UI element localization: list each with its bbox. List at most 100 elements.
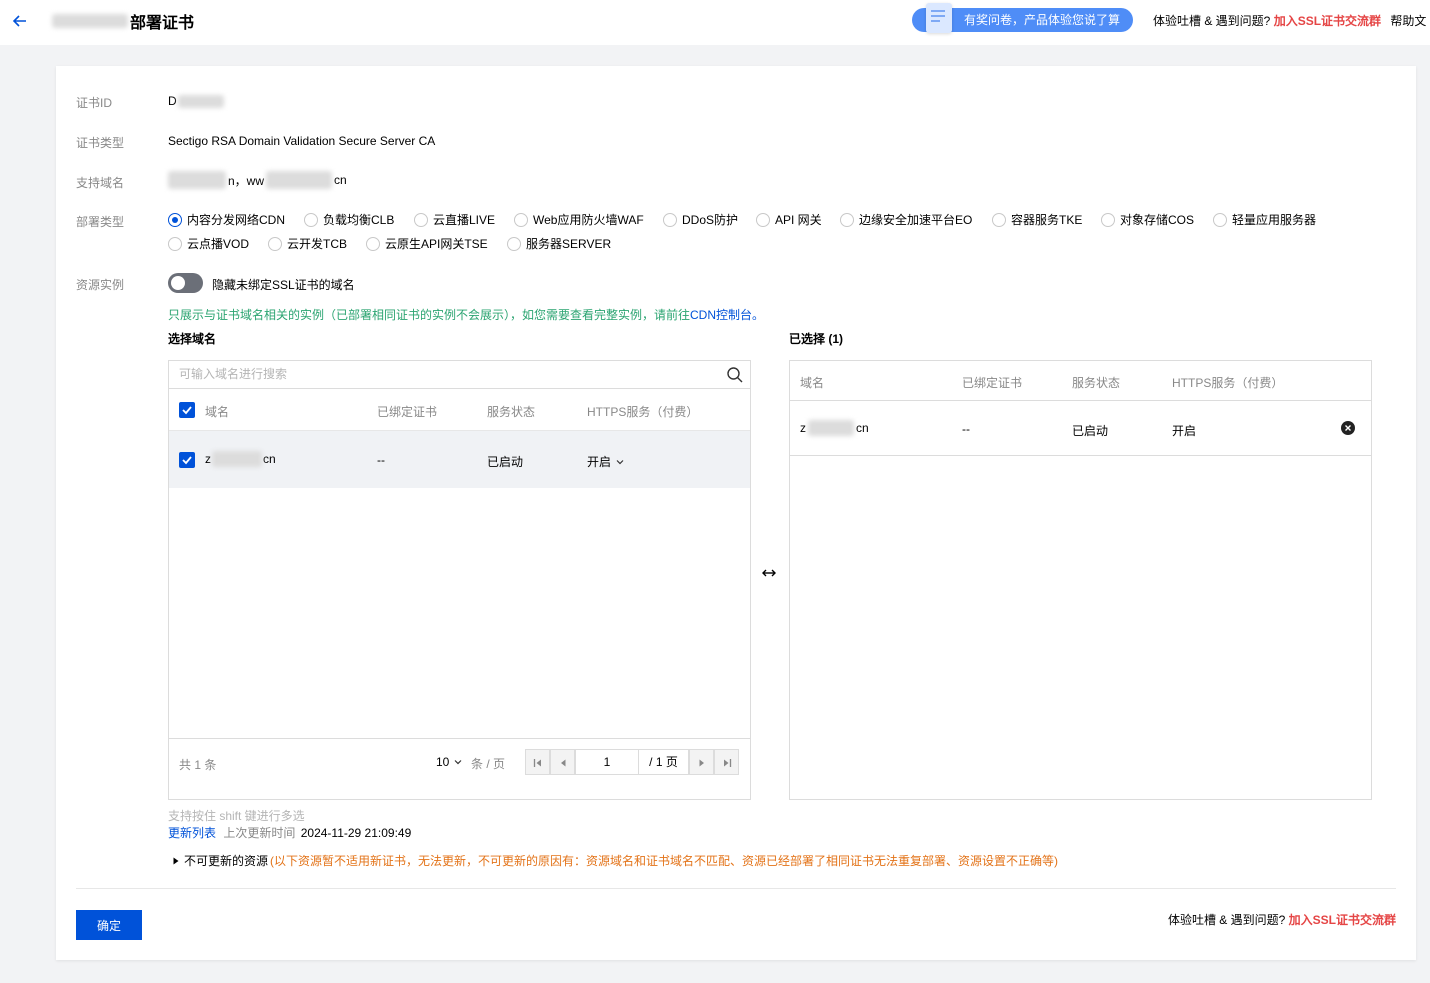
caret-right-icon [173,857,179,864]
cert-id-text: D [168,94,177,108]
radio-dot-icon [663,212,677,227]
radio-server[interactable]: 服务器SERVER [507,235,611,252]
radio-label: 云点播VOD [187,237,250,251]
row-https-value: 开启 [587,455,612,469]
radio-label: 对象存储COS [1120,213,1195,227]
survey-document-icon [926,3,952,33]
cert-type-label: 证书类型 [76,136,125,150]
left-panel-title: 选择域名 [168,332,217,346]
redacted-cert-id [177,94,224,108]
footer-join-group-link[interactable]: 加入SSL证书交流群 [1289,913,1396,927]
radio-eo[interactable]: 边缘安全加速平台EO [840,211,972,228]
radio-cos[interactable]: 对象存储COS [1101,211,1194,228]
per-page-label: 条 / 页 [471,757,506,771]
hide-unbound-switch[interactable] [168,273,203,293]
survey-text: 有奖问卷，产品体验您说了算 [964,13,1121,27]
radio-clb[interactable]: 负载均衡CLB [304,211,394,228]
footer-feedback-text: 体验吐槽 & 遇到问题? [1167,913,1286,927]
radio-tke[interactable]: 容器服务TKE [992,211,1082,228]
radio-label: DDoS防护 [682,213,739,227]
col-bound-cert: 已绑定证书 [377,405,438,419]
non-update-reason: (以下资源暂不适用新证书，无法更新，不可更新的原因有：资源域名和证书域名不匹配、… [270,854,1059,868]
table-row[interactable]: z cn -- 已启动 开启 [169,430,750,488]
prev-page-button[interactable] [550,749,575,775]
radio-label: API 网关 [775,213,822,227]
radio-dot-icon [168,212,182,227]
non-update-resources-toggle[interactable]: 不可更新的资源 (以下资源暂不适用新证书，无法更新，不可更新的原因有：资源域名和… [172,852,1058,869]
confirm-button[interactable]: 确定 [76,910,142,940]
next-page-button[interactable] [689,749,714,775]
radio-label: 容器服务TKE [1011,213,1083,227]
cert-id-label: 证书ID [76,96,113,110]
right-selected-panel: 域名 已绑定证书 服务状态 HTTPS服务（付费） z cn -- 已启动 开启 [789,360,1372,800]
help-doc-link[interactable]: 帮助文 [1390,14,1426,28]
row-https-dropdown[interactable]: 开启 [587,453,626,470]
radio-vod[interactable]: 云点播VOD [168,235,249,252]
radio-waf[interactable]: Web应用防火墙WAF [514,211,644,228]
col-https-service: HTTPS服务（付费） [1172,376,1284,390]
row-domain-prefix: z [800,421,806,435]
page-title: 部署证书 [130,15,195,32]
domain-search-input[interactable] [169,361,709,387]
prev-page-icon [561,759,566,767]
refresh-list-link[interactable]: 更新列表 [168,826,216,840]
radio-dot-icon [756,212,770,227]
deploy-type-label: 部署类型 [76,215,125,229]
title-area: 部署证书 [52,10,194,32]
last-page-button[interactable] [714,749,739,775]
row-https-value: 开启 [1172,424,1197,438]
domains-text-1: n，ww [228,173,265,188]
row-domain: z cn [800,420,869,436]
col-domain: 域名 [800,376,825,390]
header-join-group-link[interactable]: 加入SSL证书交流群 [1274,14,1381,28]
domains-value: n，ww cn [168,171,347,189]
radio-label: 服务器SERVER [526,237,612,251]
left-table-header: 域名 已绑定证书 服务状态 HTTPS服务（付费） [169,390,750,430]
refresh-row: 更新列表 上次更新时间 2024-11-29 21:09:49 [168,824,411,841]
row-checkbox[interactable] [179,452,195,468]
radio-dot-icon [168,236,182,251]
radio-label: 边缘安全加速平台EO [859,213,973,227]
page-total: / 1 页 [639,749,689,775]
row-domain: z cn [205,451,276,467]
radio-lighthouse[interactable]: 轻量应用服务器 [1213,211,1316,228]
radio-label: 云开发TCB [287,237,348,251]
col-bound-cert: 已绑定证书 [962,376,1023,390]
switch-knob [171,276,185,290]
footer-feedback: 体验吐槽 & 遇到问题? 加入SSL证书交流群 [1168,911,1396,928]
radio-ddos[interactable]: DDoS防护 [663,211,738,228]
radio-tse[interactable]: 云原生API网关TSE [366,235,488,252]
survey-banner[interactable]: 有奖问卷，产品体验您说了算 [912,3,1133,33]
row-domain-prefix: z [205,452,211,466]
page-size-select[interactable]: 10 [436,755,464,769]
last-page-icon [724,759,732,767]
col-domain: 域名 [205,405,230,419]
check-icon [182,406,192,415]
radio-api-gateway[interactable]: API 网关 [756,211,822,228]
radio-live[interactable]: 云直播LIVE [414,211,495,228]
search-icon[interactable] [726,366,744,384]
radio-cdn[interactable]: 内容分发网络CDN [168,211,285,228]
back-arrow-icon[interactable] [10,11,30,31]
cdn-console-link[interactable]: CDN控制台。 [690,308,764,322]
redacted-cert-name [52,14,128,28]
select-all-checkbox[interactable] [179,402,195,418]
resource-label: 资源实例 [76,278,125,292]
last-update-label: 上次更新时间 [223,826,296,840]
hide-unbound-label: 隐藏未绑定SSL证书的域名 [212,278,355,292]
next-page-icon [699,759,704,767]
col-https-service: HTTPS服务（付费） [587,405,699,419]
radio-dot-icon [304,212,318,227]
last-update-time: 2024-11-29 21:09:49 [300,826,412,840]
redacted-domain [212,451,262,467]
radio-dot-icon [507,236,521,251]
redacted-domain [808,420,854,436]
page-number-input[interactable] [575,749,639,775]
radio-tcb[interactable]: 云开发TCB [268,235,347,252]
radio-label: 内容分发网络CDN [187,213,285,227]
radio-label: 负载均衡CLB [323,213,395,227]
remove-selected-icon[interactable] [1341,421,1355,435]
header-feedback-text: 体验吐槽 & 遇到问题? [1153,14,1271,28]
first-page-button[interactable] [525,749,550,775]
radio-label: 云原生API网关TSE [385,237,488,251]
